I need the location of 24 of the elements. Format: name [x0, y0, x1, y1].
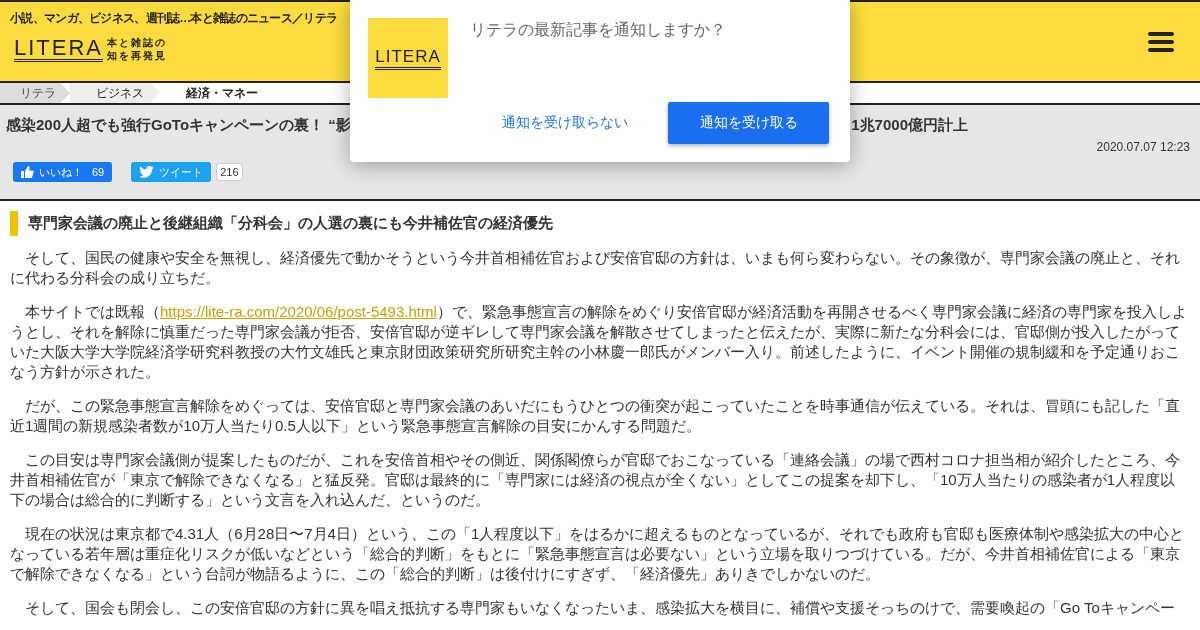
- article-paragraph: だが、この緊急事態宣言解除をめぐっては、安倍官邸と専門家会議のあいだにもうひとつの衝突が起こっていたことを時事通信が伝えている。それは、冒頭にも記した「直近1週間の新規感染者数が10万人当たり0.5人以下」という緊急事態宣言解除の目安にかんする問題だ。: [10, 396, 1181, 436]
- site-tagline: 小説、マンガ、ビジネス、週刊誌…本と雑誌のニュース／リテラ: [10, 11, 338, 26]
- article-title: 感染200人超でも強行GoToキャンペーンの裏！ “影: [6, 116, 351, 135]
- article-date: 2020.07.07 12:23: [1095, 140, 1190, 154]
- decline-button[interactable]: 通知を受け取らない: [492, 106, 638, 140]
- menu-icon[interactable]: [1148, 30, 1174, 53]
- article-paragraph: そして、国会も閉会し、この安倍官邸の方針に異を唱え抵抗する専門家もいなくなったいま、感染拡大を横目に、補償や支援そっちのけで、需要喚起の「Go Toキャンペー: [24, 598, 1176, 618]
- like-button[interactable]: いいね！ 69: [13, 162, 113, 182]
- article-title: 1兆7000億円計上: [851, 116, 968, 135]
- accept-button[interactable]: 通知を受け取る: [668, 102, 829, 144]
- dialog-message: リテラの最新記事を通知しますか？: [470, 20, 726, 40]
- article-paragraph: 現在の状況は東京都で4.31人（6月28日〜7月4日）という、この「1人程度以下」をはるかに超えるものとなっているが、それでも政府も官邸も医療体制や感染拡大の中心となっている若年層は重症化リスクが低いなどという「総合的判断」をもとに「緊急事態宣言は必要ない」という立場を取りつづけている。だが、今井首相補佐官による「東京で解除できなくなる」という台詞が物語るように、この「総合的判断」は後付けにすぎず、「経済優先」ありきでしかないのだ。: [10, 524, 1186, 584]
- bird-icon: [139, 166, 155, 178]
- thumbs-up-icon: [21, 166, 34, 178]
- breadcrumb-link[interactable]: リテラ: [0, 83, 70, 103]
- tweet-button[interactable]: ツイート: [131, 162, 212, 182]
- article-paragraph: この目安は専門家会議側が提案したものだが、これを安倍首相やその側近、関係閣僚らが官邸でおこなっている「連絡会議」の場で西村コロナ担当相が紹介したところ、今井首相補佐官が「東京で解除できなくなる」と猛反発。官邸は最終的に「専門家には経済の視点が全くない」としてこの提案を却下し、「10万人当たりの感染者が1人程度以下の場合は総合的に判断する」という文言を入れ込んだ、というのだ。: [10, 450, 1181, 510]
- article-link[interactable]: https://lite-ra.com/2020/06/post-5493.html: [160, 303, 437, 320]
- tweet-count: 216: [216, 163, 243, 181]
- article-paragraph: そして、国民の健康や安全を無視し、経済優先で動かそうという今井首相補佐官および安倍官邸の方針は、いまも何ら変わらない。その象徴が、専門家会議の廃止と、それに代わる分科会の成り立ちだ。: [10, 248, 1181, 288]
- breadcrumb-link[interactable]: ビジネス: [70, 83, 160, 103]
- section-heading: 専門家会議の廃止と後継組織「分科会」の人選の裏にも今井補佐官の経済優先: [10, 211, 1190, 236]
- site-logo: LITERA: [368, 18, 448, 98]
- article-paragraph: 本サイトでは既報（https://lite-ra.com/2020/06/post-5493.html）で、緊急事態宣言の解除をめぐり安倍官邸が経済活動を再開させるべく専門家会議に経済の専門家を投入しようとし、それを解除に慎重だった専門家会議が拒否、安倍官邸が逆ギレして専門家会議を解散させてしまったと伝えたが、実際に新たな分科会には、官邸側が投入したがっていた大阪大学大学院経済学研究科教授の大竹文雄氏と東京財団政策研究所研究主幹の小林慶一郎氏がメンバー入り。前述したように、イベント開催の規制緩和を予定通りおこなう方針が示された。: [10, 302, 1188, 382]
